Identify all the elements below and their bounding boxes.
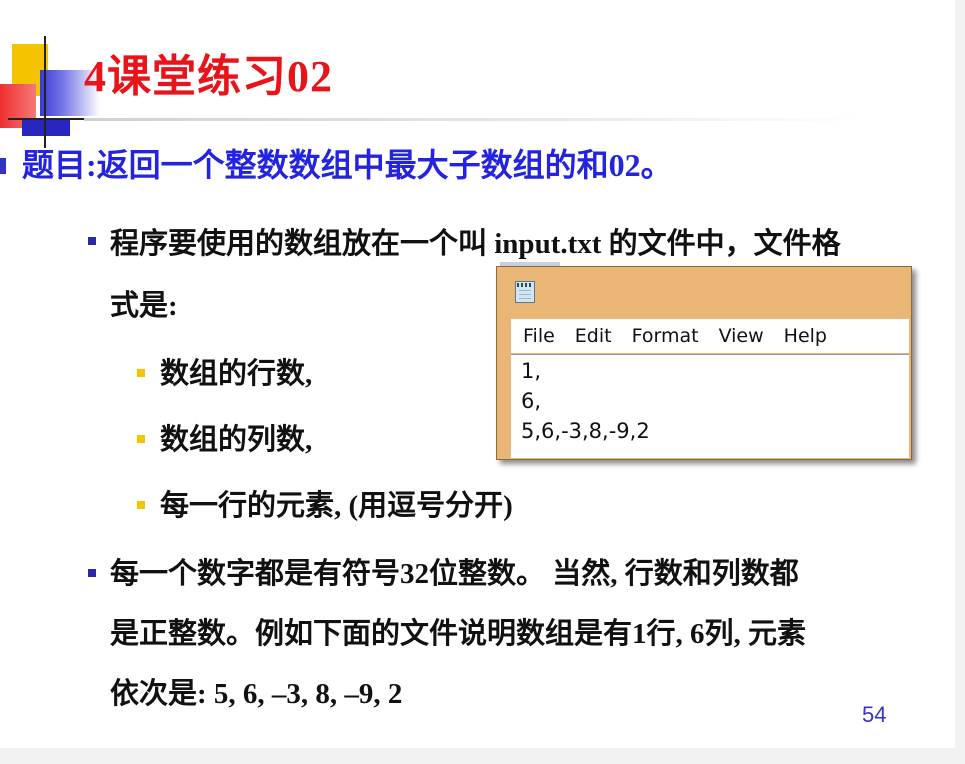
notepad-line: 5,6,-3,8,-9,2: [521, 419, 650, 443]
menu-view[interactable]: View: [717, 325, 766, 347]
notepad-line: 1,: [521, 359, 542, 383]
notepad-line: 6,: [521, 389, 542, 413]
notepad-window: File Edit Format View Help 1, 6, 5,6,-3,…: [496, 266, 912, 460]
corner-decoration-vertical-line: [44, 36, 46, 148]
slide: 4课堂练习02 题目:返回一个整数数组中最大子数组的和02。 程序要使用的数组放…: [0, 0, 955, 748]
menu-help[interactable]: Help: [782, 325, 829, 347]
menu-format[interactable]: Format: [630, 325, 701, 347]
bullet1-line2: 式是:: [110, 290, 178, 322]
corner-decoration-blue: [22, 118, 70, 136]
bullet2-line1: 每一个数字都是有符号32位整数。 当然, 行数和列数都: [110, 558, 799, 590]
sub-bullet-square-icon: [137, 369, 145, 377]
problem-heading: 题目:返回一个整数数组中最大子数组的和02。: [22, 147, 673, 183]
heading-bullet-marker: [0, 158, 6, 174]
title-underline: [84, 118, 864, 121]
sub-bullet-cols: 数组的列数,: [160, 424, 313, 456]
sub-bullet-elements: 每一行的元素, (用逗号分开): [160, 490, 513, 522]
bullet-square-icon: [88, 237, 96, 245]
notepad-menubar: File Edit Format View Help: [511, 319, 909, 353]
bullet-square-icon: [88, 569, 96, 577]
sub-bullet-square-icon: [137, 435, 145, 443]
page-number: 54: [862, 702, 887, 727]
bullet2-line2: 是正整数。例如下面的文件说明数组是有1行, 6列, 元素: [110, 618, 807, 650]
notepad-text-area[interactable]: 1, 6, 5,6,-3,8,-9,2: [511, 354, 909, 458]
corner-decoration-horizontal-line: [8, 118, 86, 120]
sub-bullet-square-icon: [137, 501, 145, 509]
bullet2-line3: 依次是: 5, 6, –3, 8, –9, 2: [110, 678, 403, 710]
menu-edit[interactable]: Edit: [573, 325, 614, 347]
sub-bullet-rows: 数组的行数,: [160, 358, 313, 390]
menu-file[interactable]: File: [521, 325, 557, 347]
slide-title: 4课堂练习02: [84, 52, 333, 101]
notepad-icon: [515, 281, 535, 303]
bullet1-line1: 程序要使用的数组放在一个叫 input.txt 的文件中，文件格: [110, 228, 841, 260]
